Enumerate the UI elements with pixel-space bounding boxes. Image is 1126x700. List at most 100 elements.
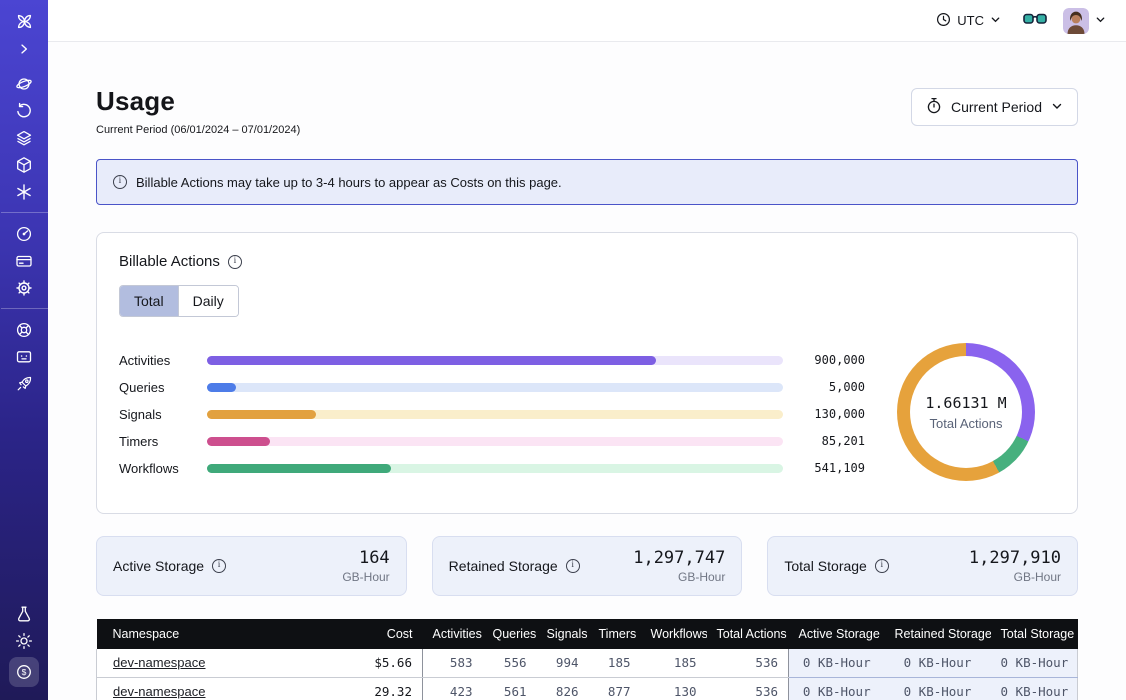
credit-card-icon[interactable] (9, 248, 39, 273)
cell-signals: 826 (537, 677, 589, 700)
chevron-down-icon (1051, 99, 1063, 115)
bar-fill (207, 383, 236, 392)
tab-total[interactable]: Total (120, 286, 178, 316)
storage-card-label: Retained Storage (449, 558, 558, 574)
column-header-active-storage: Active Storage (789, 619, 885, 649)
chevron-down-icon (990, 13, 1001, 28)
column-header-namespace: Namespace (97, 619, 328, 649)
glasses-button[interactable] (1023, 12, 1047, 29)
dollar-coin-icon[interactable]: $ (9, 657, 39, 687)
bar-row-workflows: Workflows 541,109 (119, 455, 865, 482)
monitor-icon[interactable] (9, 344, 39, 369)
sidebar: $ (0, 0, 48, 700)
cell-active-storage: 0 KB-Hour (789, 677, 885, 700)
column-header-activities: Activities (423, 619, 483, 649)
bar-label: Signals (119, 407, 207, 422)
current-period-subtitle: Current Period (06/01/2024 – 07/01/2024) (96, 124, 300, 136)
total-actions-donut-chart: 1.66131 M Total Actions (891, 337, 1041, 487)
column-header-cost: Cost (328, 619, 423, 649)
bar-track (207, 464, 783, 473)
storage-card-total-storage: Total Storage1,297,910GB-Hour (767, 536, 1078, 596)
sun-icon[interactable] (9, 628, 39, 653)
storage-card-label: Active Storage (113, 558, 204, 574)
bar-label: Queries (119, 380, 207, 395)
storage-card-retained-storage: Retained Storage 1,297,747 GB-Hour (432, 536, 743, 596)
sidebar-divider (1, 212, 48, 213)
cell-timers: 185 (589, 649, 641, 677)
svg-text:$: $ (22, 667, 27, 677)
gauge-icon[interactable] (9, 221, 39, 246)
donut-total-value: 1.66131 M (925, 394, 1006, 412)
cell-queries: 556 (483, 649, 537, 677)
bar-row-timers: Timers 85,201 (119, 428, 865, 455)
rocket-icon[interactable] (9, 371, 39, 396)
info-icon[interactable] (875, 559, 889, 573)
billable-actions-title: Billable Actions (119, 253, 220, 270)
cell-retained-storage: 0 KB-Hour (885, 649, 991, 677)
timezone-selector[interactable]: UTC (930, 11, 1007, 31)
usage-page: Usage Current Period (06/01/2024 – 07/01… (48, 42, 1126, 700)
tab-daily[interactable]: Daily (178, 286, 238, 316)
glasses-icon (1023, 12, 1047, 29)
namespace-usage-table: NamespaceCostActivitiesQueriesSignalsTim… (96, 619, 1078, 700)
info-banner-text: Billable Actions may take up to 3-4 hour… (136, 175, 562, 190)
column-header-total-actions: Total Actions (707, 619, 789, 649)
bar-row-signals: Signals 130,000 (119, 401, 865, 428)
storage-card-value: 1,297,910 (969, 548, 1061, 568)
info-icon[interactable] (566, 559, 580, 573)
cell-cost: $5.66 (328, 649, 423, 677)
cell-queries: 561 (483, 677, 537, 700)
cube-icon[interactable] (9, 152, 39, 177)
bar-value: 541,109 (801, 461, 865, 475)
storage-card-label: Total Storage (784, 558, 867, 574)
table-row: dev-namespace29.324235618268771305360 KB… (97, 677, 1078, 700)
lifebuoy-icon[interactable] (9, 317, 39, 342)
period-selector-label: Current Period (951, 99, 1042, 115)
donut-total-label: Total Actions (930, 416, 1003, 431)
info-icon (113, 175, 127, 189)
cell-namespace: dev-namespace (97, 677, 328, 700)
cell-total-actions: 536 (707, 677, 789, 700)
storage-card-value: 1,297,747 (633, 548, 725, 568)
bar-value: 900,000 (801, 353, 865, 367)
gear-icon[interactable] (9, 275, 39, 300)
storage-card-unit: GB-Hour (633, 570, 725, 584)
timezone-label: UTC (957, 13, 984, 28)
bar-track (207, 437, 783, 446)
cell-retained-storage: 0 KB-Hour (885, 677, 991, 700)
layers-icon[interactable] (9, 125, 39, 150)
namespace-link[interactable]: dev-namespace (113, 655, 206, 670)
asterisk-icon[interactable] (9, 179, 39, 204)
cell-activities: 423 (423, 677, 483, 700)
app-window: $ UTC (0, 0, 1126, 700)
cell-total-actions: 536 (707, 649, 789, 677)
chevron-right-icon[interactable] (9, 36, 39, 61)
info-icon[interactable] (228, 255, 242, 269)
storage-card-unit: GB-Hour (342, 570, 389, 584)
flask-icon[interactable] (9, 601, 39, 626)
storage-summary-row: Active Storage164GB-HourRetained Storage… (96, 536, 1078, 596)
stopwatch-icon (926, 97, 942, 117)
bar-value: 130,000 (801, 407, 865, 421)
cell-workflows: 130 (641, 677, 707, 700)
info-icon[interactable] (212, 559, 226, 573)
bar-fill (207, 437, 270, 446)
history-icon[interactable] (9, 98, 39, 123)
bar-value: 85,201 (801, 434, 865, 448)
column-header-timers: Timers (589, 619, 641, 649)
billable-view-toggle: Total Daily (119, 285, 239, 317)
cell-active-storage: 0 KB-Hour (789, 649, 885, 677)
planet-icon[interactable] (9, 71, 39, 96)
account-menu[interactable] (1063, 8, 1106, 34)
temporal-logo[interactable] (9, 9, 39, 34)
chevron-down-icon (1095, 13, 1106, 28)
bar-label: Timers (119, 434, 207, 449)
column-header-queries: Queries (483, 619, 537, 649)
cell-activities: 583 (423, 649, 483, 677)
bar-fill (207, 410, 316, 419)
info-banner: Billable Actions may take up to 3-4 hour… (96, 159, 1078, 205)
period-selector[interactable]: Current Period (911, 88, 1078, 126)
namespace-link[interactable]: dev-namespace (113, 684, 206, 699)
sidebar-divider (1, 308, 48, 309)
bar-label: Workflows (119, 461, 207, 476)
